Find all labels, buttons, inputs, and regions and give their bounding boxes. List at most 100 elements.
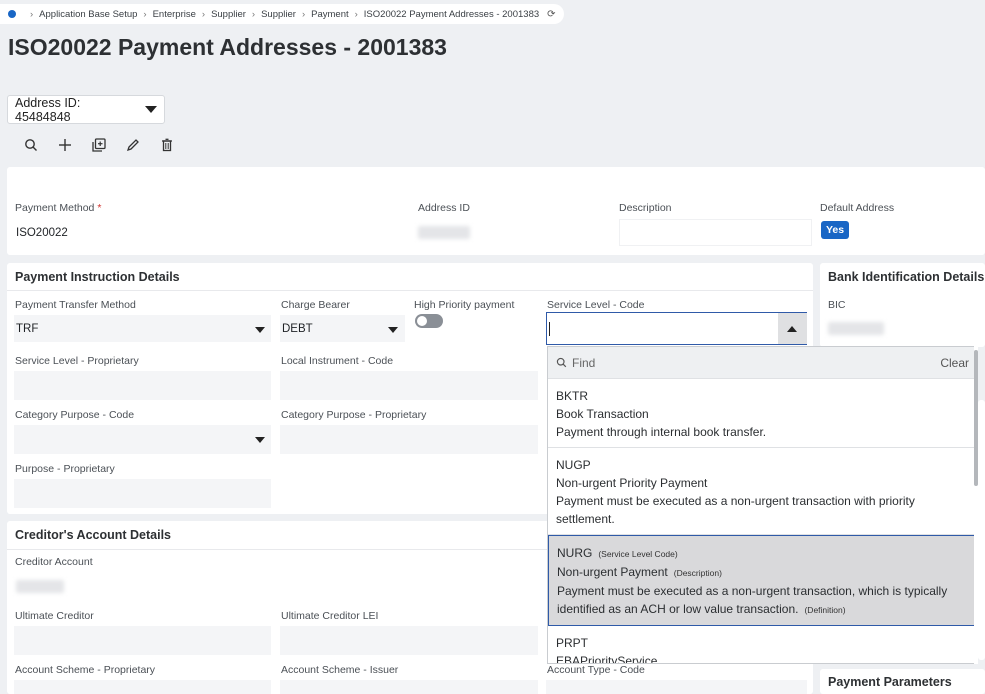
- breadcrumb-current: ISO20022 Payment Addresses - 2001383: [363, 8, 540, 20]
- record-selector[interactable]: Address ID: 45484848: [7, 95, 165, 124]
- dropdown-scrollbar[interactable]: [974, 346, 978, 664]
- category-purpose-prop-label: Category Purpose - Proprietary: [281, 409, 427, 421]
- account-scheme-issuer-label: Account Scheme - Issuer: [281, 664, 399, 676]
- search-icon[interactable]: [14, 136, 48, 154]
- ultimate-creditor-label: Ultimate Creditor: [15, 610, 94, 622]
- option-description: Book Transaction: [556, 407, 649, 421]
- creditor-account-value-redacted: [16, 580, 64, 593]
- payment-parameters-title: Payment Parameters: [828, 675, 952, 689]
- local-instrument-label: Local Instrument - Code: [281, 355, 394, 367]
- breadcrumb: › Application Base Setup › Enterprise › …: [0, 4, 564, 24]
- search-icon: [556, 357, 567, 368]
- option-code: NURG: [557, 546, 593, 560]
- home-dot-icon[interactable]: [8, 10, 16, 18]
- option-definition: Payment must be executed as a non-urgent…: [557, 584, 948, 616]
- option-description: Non-urgent Priority Payment: [556, 476, 708, 490]
- service-level-dropdown: Find Clear BKTR Book Transaction Payment…: [547, 346, 978, 664]
- text-cursor: [549, 322, 550, 336]
- option-code: NUGP: [556, 458, 591, 472]
- dropdown-option-highlighted[interactable]: NURG (Service Level Code) Non-urgent Paym…: [548, 535, 977, 626]
- caret-down-icon: [388, 327, 398, 333]
- payment-method-label: Payment Method *: [15, 202, 102, 214]
- address-id-value-redacted: [418, 226, 470, 239]
- default-address-label: Default Address: [820, 202, 895, 214]
- local-instrument-field[interactable]: [280, 371, 538, 400]
- option-description: Non-urgent Payment: [557, 565, 668, 579]
- breadcrumb-item[interactable]: Supplier: [211, 9, 246, 20]
- command-toolbar: [14, 136, 184, 154]
- description-label: Description: [619, 202, 672, 214]
- ultimate-creditor-lei-field[interactable]: [280, 626, 538, 655]
- side-panel: [978, 400, 985, 660]
- option-code: BKTR: [556, 389, 589, 403]
- bic-value-redacted: [828, 322, 884, 335]
- charge-bearer-label: Charge Bearer: [281, 299, 350, 311]
- chevron-right-icon: ›: [201, 8, 206, 20]
- service-level-code-combobox[interactable]: [546, 312, 807, 345]
- ultimate-creditor-lei-label: Ultimate Creditor LEI: [281, 610, 379, 622]
- account-scheme-prop-field[interactable]: [14, 680, 271, 694]
- dropdown-search-bar[interactable]: Find Clear: [548, 347, 977, 379]
- duplicate-icon[interactable]: [82, 136, 116, 154]
- address-id-label: Address ID: [418, 202, 470, 214]
- chevron-right-icon: ›: [143, 8, 147, 20]
- option-definition: Payment through internal book transfer.: [556, 425, 767, 439]
- transfer-method-label: Payment Transfer Method: [15, 299, 136, 311]
- dropdown-option[interactable]: PRPT EBAPriorityService: [548, 626, 977, 664]
- caret-up-icon: [787, 326, 797, 332]
- chevron-down-icon: [145, 106, 157, 113]
- add-icon[interactable]: [48, 136, 82, 154]
- breadcrumb-item[interactable]: Supplier: [261, 9, 296, 20]
- service-level-code-label: Service Level - Code: [547, 299, 645, 311]
- delete-icon[interactable]: [150, 136, 184, 154]
- option-code: PRPT: [556, 636, 589, 650]
- service-level-prop-label: Service Level - Proprietary: [15, 355, 139, 367]
- option-code-hint: (Service Level Code): [598, 549, 678, 559]
- edit-icon[interactable]: [116, 136, 150, 154]
- creditor-section-title: Creditor's Account Details: [15, 528, 172, 542]
- service-level-prop-field[interactable]: [14, 371, 271, 400]
- refresh-icon[interactable]: ⟳: [547, 9, 555, 20]
- ultimate-creditor-field[interactable]: [14, 626, 271, 655]
- bic-label: BIC: [828, 299, 846, 311]
- category-purpose-prop-field[interactable]: [280, 425, 538, 454]
- creditor-account-label: Creditor Account: [15, 556, 93, 568]
- transfer-method-select[interactable]: [14, 315, 271, 342]
- combobox-toggle[interactable]: [778, 313, 807, 344]
- account-type-code-label: Account Type - Code: [547, 664, 645, 676]
- purpose-prop-label: Purpose - Proprietary: [15, 463, 115, 475]
- transfer-method-value: TRF: [16, 323, 39, 335]
- purpose-prop-field[interactable]: [14, 479, 271, 508]
- high-priority-toggle[interactable]: [415, 314, 443, 328]
- page-title: ISO20022 Payment Addresses - 2001383: [8, 34, 447, 60]
- divider: [7, 290, 813, 291]
- dropdown-search-input[interactable]: Find: [572, 356, 940, 370]
- record-selector-label: Address ID: 45484848: [15, 95, 81, 124]
- charge-bearer-value: DEBT: [282, 323, 313, 335]
- dropdown-option[interactable]: NUGP Non-urgent Priority Payment Payment…: [548, 448, 977, 535]
- scrollbar-thumb[interactable]: [974, 350, 978, 486]
- dropdown-option[interactable]: BKTR Book Transaction Payment through in…: [548, 379, 977, 448]
- breadcrumb-item[interactable]: Payment: [311, 9, 349, 20]
- account-scheme-issuer-field[interactable]: [280, 680, 538, 694]
- creditor-account-field[interactable]: [14, 572, 544, 601]
- account-type-code-field[interactable]: [546, 680, 807, 694]
- chevron-right-icon: ›: [30, 8, 34, 20]
- instruction-section-title: Payment Instruction Details: [15, 270, 180, 284]
- high-priority-label: High Priority payment: [414, 299, 515, 311]
- breadcrumb-item[interactable]: Enterprise: [153, 9, 196, 20]
- option-definition-hint: (Definition): [804, 605, 846, 615]
- chevron-right-icon: ›: [251, 8, 256, 20]
- category-purpose-code-label: Category Purpose - Code: [15, 409, 135, 421]
- caret-down-icon: [255, 327, 265, 333]
- payment-method-field[interactable]: [14, 219, 409, 246]
- breadcrumb-item[interactable]: Application Base Setup: [39, 9, 137, 20]
- chevron-right-icon: ›: [301, 8, 306, 20]
- divider: [7, 549, 547, 550]
- default-address-badge[interactable]: Yes: [821, 221, 850, 239]
- category-purpose-code-select[interactable]: [14, 425, 271, 454]
- account-scheme-prop-label: Account Scheme - Proprietary: [15, 664, 156, 676]
- option-description: EBAPriorityService: [556, 654, 658, 664]
- description-field[interactable]: [619, 219, 812, 246]
- dropdown-clear-button[interactable]: Clear: [940, 356, 969, 370]
